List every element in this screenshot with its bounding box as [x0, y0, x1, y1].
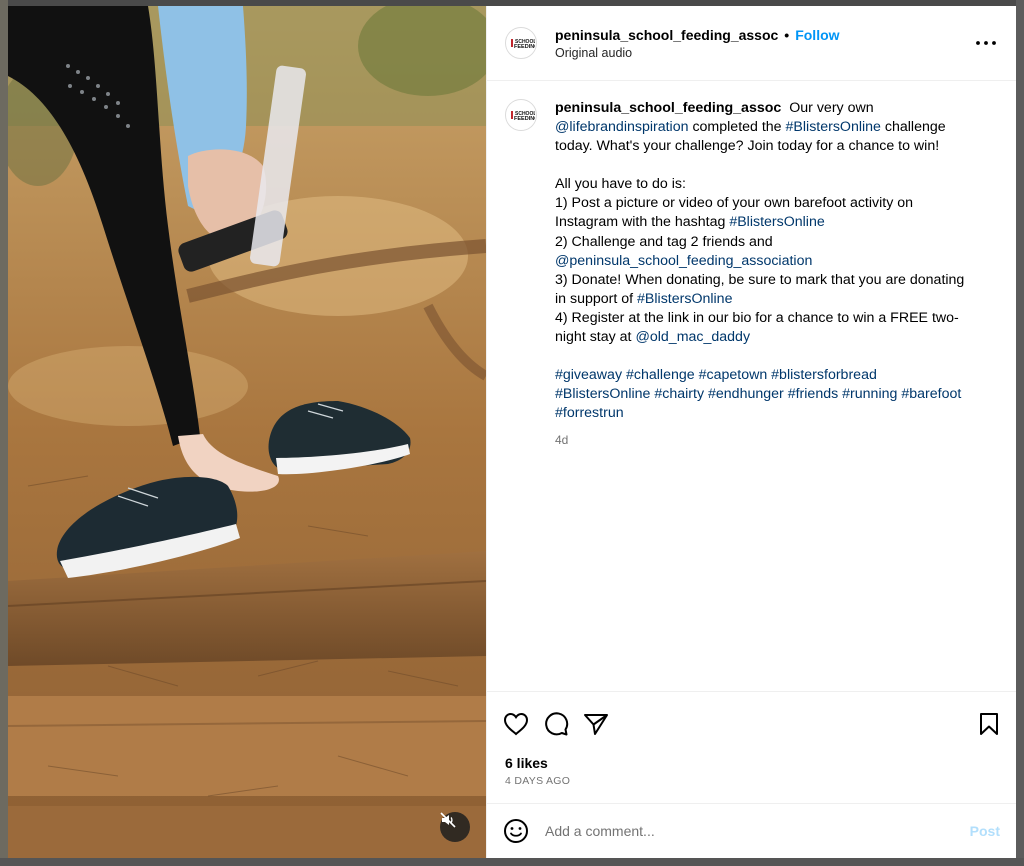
- comment-icon: [545, 711, 569, 735]
- hashtag-link[interactable]: #endhunger: [708, 386, 784, 402]
- comment-button[interactable]: [543, 704, 583, 744]
- mention-link[interactable]: @peninsula_school_feeding_association: [555, 253, 812, 269]
- caption-area: SCHOOL FEEDING peninsula_school_feeding_…: [487, 81, 1016, 691]
- more-options-button[interactable]: [974, 31, 998, 55]
- hashtag-link[interactable]: #friends: [788, 386, 838, 402]
- share-icon: [584, 713, 608, 735]
- hashtag-link[interactable]: #capetown: [699, 367, 768, 383]
- mute-toggle-button[interactable]: [440, 812, 470, 842]
- video-frame: [8, 6, 486, 858]
- svg-text:FEEDING: FEEDING: [514, 116, 535, 122]
- school-feeding-logo: SCHOOL FEEDING: [507, 101, 535, 129]
- hashtag-link[interactable]: #BlistersOnline: [729, 214, 824, 230]
- caption-text-segment: completed the: [692, 119, 782, 136]
- post-side-panel: SCHOOL FEEDING peninsula_school_feeding_…: [486, 6, 1016, 858]
- comment-input[interactable]: [545, 823, 970, 839]
- like-button[interactable]: [503, 704, 543, 744]
- caption-text-segment: 2) Challenge and tag 2 friends and: [555, 233, 773, 250]
- school-feeding-logo: SCHOOL FEEDING: [507, 29, 535, 57]
- hashtag-link[interactable]: #challenge: [626, 367, 695, 383]
- caption-text-segment: 3) Donate! When donating, be sure to mar…: [555, 271, 965, 307]
- emoji-button[interactable]: [503, 818, 529, 844]
- action-bar: [487, 691, 1016, 755]
- mention-link[interactable]: @lifebrandinspiration: [555, 119, 689, 135]
- hashtag-link[interactable]: #BlistersOnline: [786, 119, 881, 135]
- hashtag-link[interactable]: #barefoot: [901, 386, 961, 402]
- hashtag-link[interactable]: #forrestrun: [555, 405, 624, 421]
- share-button[interactable]: [583, 704, 623, 744]
- caption-text-segment: Our very own: [789, 100, 874, 116]
- muted-speaker-icon: [440, 812, 456, 828]
- hashtag-link[interactable]: #chairty: [654, 386, 704, 402]
- caption-text: peninsula_school_feeding_assoc Our very …: [555, 99, 975, 451]
- heart-icon: [503, 712, 529, 735]
- post-header: SCHOOL FEEDING peninsula_school_feeding_…: [487, 6, 1016, 81]
- avatar[interactable]: SCHOOL FEEDING: [505, 99, 537, 131]
- backdrop: [1016, 0, 1024, 866]
- post-author-username[interactable]: peninsula_school_feeding_assoc: [555, 27, 778, 43]
- avatar[interactable]: SCHOOL FEEDING: [505, 27, 537, 59]
- hashtag-link[interactable]: #giveaway: [555, 367, 622, 383]
- caption-username[interactable]: peninsula_school_feeding_assoc: [555, 100, 781, 116]
- follow-button[interactable]: Follow: [795, 27, 839, 43]
- emoji-icon: [504, 819, 528, 843]
- hashtag-link[interactable]: #BlistersOnline: [555, 386, 650, 402]
- original-audio-link[interactable]: Original audio: [555, 46, 974, 60]
- caption-text-segment: 4) Register at the link in our bio for a…: [555, 309, 959, 346]
- svg-text:FEEDING: FEEDING: [514, 44, 535, 50]
- post-date: 4 DAYS AGO: [505, 775, 571, 787]
- mention-link[interactable]: @old_mac_daddy: [635, 329, 750, 345]
- backdrop: [0, 0, 8, 866]
- caption: SCHOOL FEEDING peninsula_school_feeding_…: [505, 99, 998, 451]
- post-time-ago[interactable]: 4d: [555, 431, 975, 450]
- save-button[interactable]: [960, 704, 1000, 744]
- backdrop: [0, 858, 1024, 866]
- hashtag-list: #giveaway #challenge #capetown #blisters…: [555, 366, 975, 423]
- post-comment-button[interactable]: Post: [970, 823, 1000, 839]
- hashtag-link[interactable]: #blistersforbread: [771, 367, 877, 383]
- likes-count[interactable]: 6 likes: [487, 755, 1016, 771]
- post-modal: SCHOOL FEEDING peninsula_school_feeding_…: [8, 6, 1016, 858]
- caption-text-segment: All you have to do is:: [555, 176, 686, 193]
- more-icon: [976, 41, 996, 45]
- comment-composer: Post: [487, 803, 1016, 858]
- hashtag-link[interactable]: #BlistersOnline: [637, 291, 732, 307]
- post-video[interactable]: [8, 6, 486, 858]
- hashtag-link[interactable]: #running: [842, 386, 897, 402]
- separator-dot: •: [784, 26, 790, 43]
- bookmark-icon: [980, 712, 998, 735]
